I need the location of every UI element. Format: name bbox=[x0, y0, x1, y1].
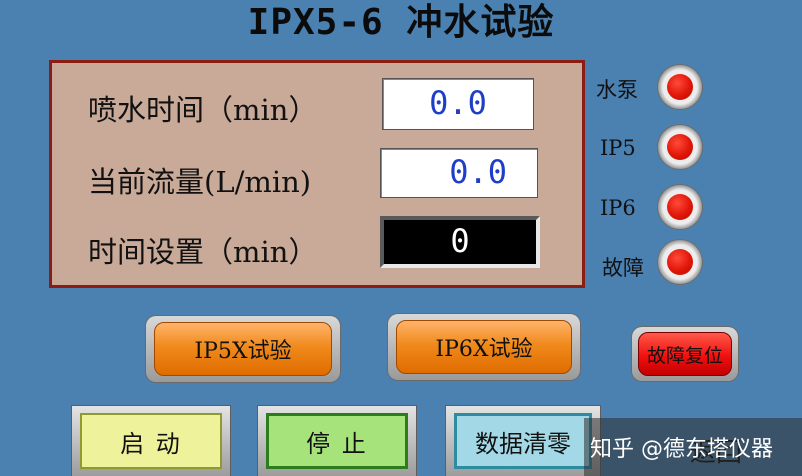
fault-indicator-label: 故障 bbox=[602, 256, 644, 280]
ip5-indicator-label: IP5 bbox=[600, 136, 636, 160]
fault-reset-button[interactable]: 故障复位 bbox=[638, 332, 732, 376]
stop-button[interactable]: 停 止 bbox=[266, 413, 408, 469]
fault-indicator-lamp bbox=[658, 240, 702, 284]
time-setting-label: 时间设置（min） bbox=[88, 235, 318, 269]
watermark: 知乎 @德东塔仪器 bbox=[584, 418, 802, 476]
pump-indicator-lamp bbox=[658, 65, 702, 109]
time-setting-input[interactable]: 0 bbox=[380, 216, 540, 268]
current-flow-label: 当前流量(L/min) bbox=[88, 165, 312, 199]
page-title: IPX5-6 冲水试验 bbox=[247, 2, 555, 43]
stop-button-frame: 停 止 bbox=[258, 406, 416, 476]
ip5-indicator-lamp bbox=[658, 125, 702, 169]
start-button-frame: 启 动 bbox=[72, 406, 230, 476]
start-button[interactable]: 启 动 bbox=[80, 413, 222, 469]
ip6-indicator-lamp bbox=[658, 185, 702, 229]
ip6-indicator-label: IP6 bbox=[600, 196, 636, 220]
clear-data-button-frame: 数据清零 bbox=[446, 406, 600, 476]
ip5x-test-button-frame: IP5X试验 bbox=[146, 316, 340, 382]
ip5x-test-button[interactable]: IP5X试验 bbox=[154, 322, 332, 376]
pump-indicator-label: 水泵 bbox=[596, 78, 638, 102]
ip6x-test-button[interactable]: IP6X试验 bbox=[396, 320, 572, 374]
ip6x-test-button-frame: IP6X试验 bbox=[388, 314, 580, 380]
clear-data-button[interactable]: 数据清零 bbox=[454, 413, 592, 469]
current-flow-value: 0.0 bbox=[380, 148, 538, 198]
parameter-panel: 喷水时间（min） 0.0 当前流量(L/min) 0.0 时间设置（min） … bbox=[49, 60, 585, 288]
spray-time-label: 喷水时间（min） bbox=[88, 93, 318, 127]
spray-time-value: 0.0 bbox=[382, 78, 534, 130]
fault-reset-button-frame: 故障复位 bbox=[632, 327, 738, 381]
